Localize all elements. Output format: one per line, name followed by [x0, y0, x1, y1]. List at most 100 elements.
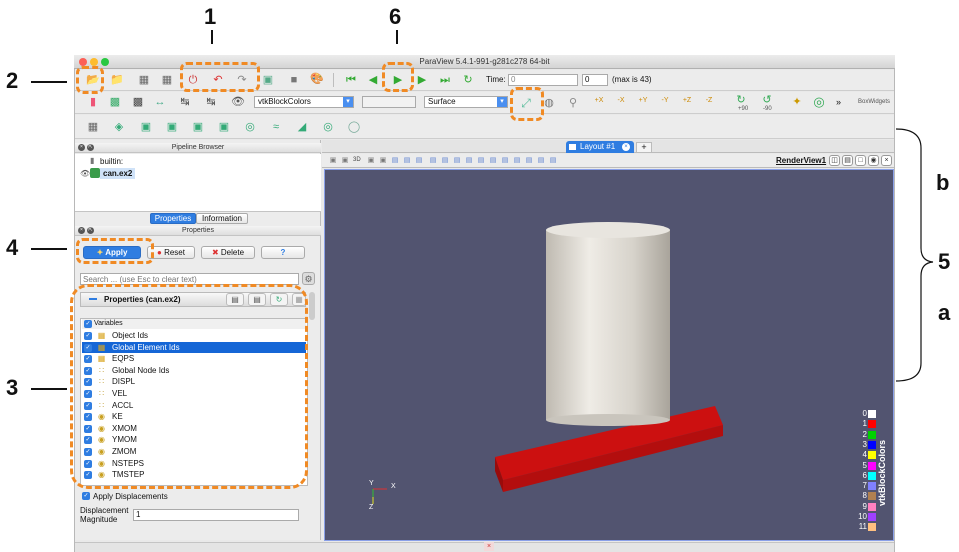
float-icon[interactable]: ⇱ [87, 227, 94, 234]
camera-link-icon[interactable]: ▣ [366, 155, 376, 166]
grow-selection-icon[interactable]: ▤ [500, 155, 510, 166]
warp-vector-filter-icon[interactable]: ◢ [295, 120, 309, 134]
legend-label: 9 [862, 501, 867, 511]
previous-frame-icon[interactable]: ◀ [366, 73, 380, 87]
last-frame-icon[interactable]: ⏭ [438, 73, 452, 87]
maximize-view-icon[interactable]: □ [855, 155, 866, 166]
toggle-visibility-icon[interactable]: 👁 [231, 95, 245, 109]
polygon-select-icon[interactable]: ▤ [488, 155, 498, 166]
figure: 1 6 2 4 3 b a 5 ParaView 5.4.1-991-g281c… [0, 0, 959, 552]
minimize-window-button[interactable] [90, 58, 98, 66]
reset-session-icon[interactable]: ▣ [261, 73, 275, 87]
loop-icon[interactable]: ↻ [461, 73, 475, 87]
find-data-icon[interactable]: ▤ [536, 155, 546, 166]
capture-screenshot-icon[interactable]: ▣ [378, 155, 388, 166]
glyph-filter-icon[interactable]: ◎ [243, 120, 257, 134]
toolbar-overflow-icon[interactable]: » [836, 97, 841, 107]
split-vertical-icon[interactable]: ▤ [842, 155, 853, 166]
legend-swatch [868, 523, 876, 532]
save-data-icon[interactable]: ▦ [137, 73, 151, 87]
extract-level-filter-icon[interactable]: ◯ [347, 120, 361, 134]
tab-properties[interactable]: Properties [150, 213, 196, 224]
color-by-select[interactable]: vtkBlockColors ▾ [254, 96, 354, 108]
view-3d-toggle[interactable]: 3D [353, 157, 361, 163]
extract-subset-filter-icon[interactable]: ▣ [217, 120, 231, 134]
select-points-icon[interactable]: ▤ [402, 155, 412, 166]
edit-color-map-icon[interactable]: ▩ [108, 95, 122, 109]
timestep-spinbox[interactable]: 0 [582, 74, 608, 86]
interactive-select-points-icon[interactable]: ▤ [440, 155, 450, 166]
close-icon[interactable]: × [78, 144, 85, 151]
interactive-select-cells-icon[interactable]: ▤ [428, 155, 438, 166]
hover-cells-icon[interactable]: ▤ [452, 155, 462, 166]
view-plus-y-icon[interactable]: +Y [634, 94, 652, 108]
split-horizontal-icon[interactable]: ◫ [829, 155, 840, 166]
close-view-icon[interactable]: × [881, 155, 892, 166]
tab-information[interactable]: Information [196, 213, 248, 224]
contour-filter-icon[interactable]: ◈ [112, 120, 126, 134]
component-select[interactable] [362, 96, 416, 108]
pipeline-item-can-ex2[interactable]: can.ex2 [100, 168, 136, 179]
rescale-range-icon[interactable]: ▩ [131, 95, 145, 109]
close-tab-icon[interactable]: × [622, 143, 630, 151]
calculator-filter-icon[interactable]: ▦ [86, 120, 100, 134]
zoom-to-box-icon[interactable]: ⚲ [566, 96, 580, 110]
edit-annotation-icon[interactable]: ▤ [548, 155, 558, 166]
zoom-window-button[interactable] [101, 58, 109, 66]
eye-icon[interactable]: 👁 [80, 169, 90, 178]
zoom-to-data-icon[interactable]: ◍ [542, 96, 556, 110]
select-block-icon[interactable]: ▤ [414, 155, 424, 166]
callout-6: 6 [389, 4, 402, 29]
pick-center-icon[interactable]: ✦ [790, 95, 804, 109]
show-orientation-axes-icon[interactable]: ▣ [340, 155, 350, 166]
view-plus-z-icon[interactable]: +Z [678, 94, 696, 108]
toggle-color-legend-icon[interactable]: ▮ [86, 95, 100, 109]
clip-filter-icon[interactable]: ▣ [139, 120, 153, 134]
interaction-mode-icon[interactable]: ▣ [328, 155, 338, 166]
reset-center-icon[interactable]: ◎ [812, 95, 826, 109]
next-frame-icon[interactable]: ▶ [415, 73, 429, 87]
restore-view-icon[interactable]: ◉ [868, 155, 879, 166]
save-state-icon[interactable]: ▦ [160, 73, 174, 87]
open-recent-icon[interactable]: 📁 [110, 73, 124, 87]
frustum-select-icon[interactable]: ▤ [476, 155, 486, 166]
close-icon[interactable]: × [78, 227, 85, 234]
view-plus-x-icon[interactable]: +X [590, 94, 608, 108]
threshold-filter-icon[interactable]: ▣ [191, 120, 205, 134]
apply-displacements-checkbox[interactable]: ✓ [82, 492, 90, 500]
float-icon[interactable]: ⇱ [87, 144, 94, 151]
advanced-gear-icon[interactable]: ⚙ [302, 272, 315, 285]
shrink-selection-icon[interactable]: ▤ [512, 155, 522, 166]
stream-tracer-filter-icon[interactable]: ≈ [269, 120, 283, 134]
view-name[interactable]: RenderView1 [776, 156, 826, 165]
first-frame-icon[interactable]: ⏮ [344, 73, 358, 87]
delete-button[interactable]: ✖ Delete [201, 246, 255, 259]
clear-selection-icon[interactable]: ▤ [524, 155, 534, 166]
displacement-magnitude-input[interactable]: 1 [133, 509, 299, 521]
slice-filter-icon[interactable]: ▣ [165, 120, 179, 134]
render-view[interactable]: Y X Z [324, 169, 894, 541]
hover-points-icon[interactable]: ▤ [464, 155, 474, 166]
select-cells-icon[interactable]: ▤ [390, 155, 400, 166]
rotate-minus-90-icon[interactable]: ↺ [760, 93, 774, 107]
output-messages-icon[interactable]: × [484, 542, 494, 551]
view-minus-x-icon[interactable]: -X [612, 94, 630, 108]
rescale-custom-icon[interactable]: ↔ [153, 95, 167, 109]
add-layout-tab-button[interactable]: + [636, 142, 652, 153]
close-window-button[interactable] [79, 58, 87, 66]
time-input[interactable]: 0 [508, 74, 578, 86]
camera-undo-icon[interactable]: ■ [287, 73, 301, 87]
properties-scrollbar[interactable] [309, 292, 315, 320]
view-minus-z-icon[interactable]: -Z [700, 94, 718, 108]
rescale-visible-icon[interactable]: ↹ [204, 95, 218, 109]
tab-layout-1[interactable]: Layout #1 × [566, 141, 634, 153]
help-button[interactable]: ? [261, 246, 305, 259]
reset-button[interactable]: ● Reset [147, 246, 195, 259]
rescale-temporal-icon[interactable]: ↹ [178, 95, 192, 109]
view-minus-y-icon[interactable]: -Y [656, 94, 674, 108]
color-palette-icon[interactable]: 🎨 [310, 72, 324, 86]
group-datasets-filter-icon[interactable]: ◎ [321, 120, 335, 134]
representation-select[interactable]: Surface ▾ [424, 96, 508, 108]
rotate-plus-90-icon[interactable]: ↻ [734, 93, 748, 107]
pipeline-root[interactable]: builtin: [100, 157, 123, 166]
